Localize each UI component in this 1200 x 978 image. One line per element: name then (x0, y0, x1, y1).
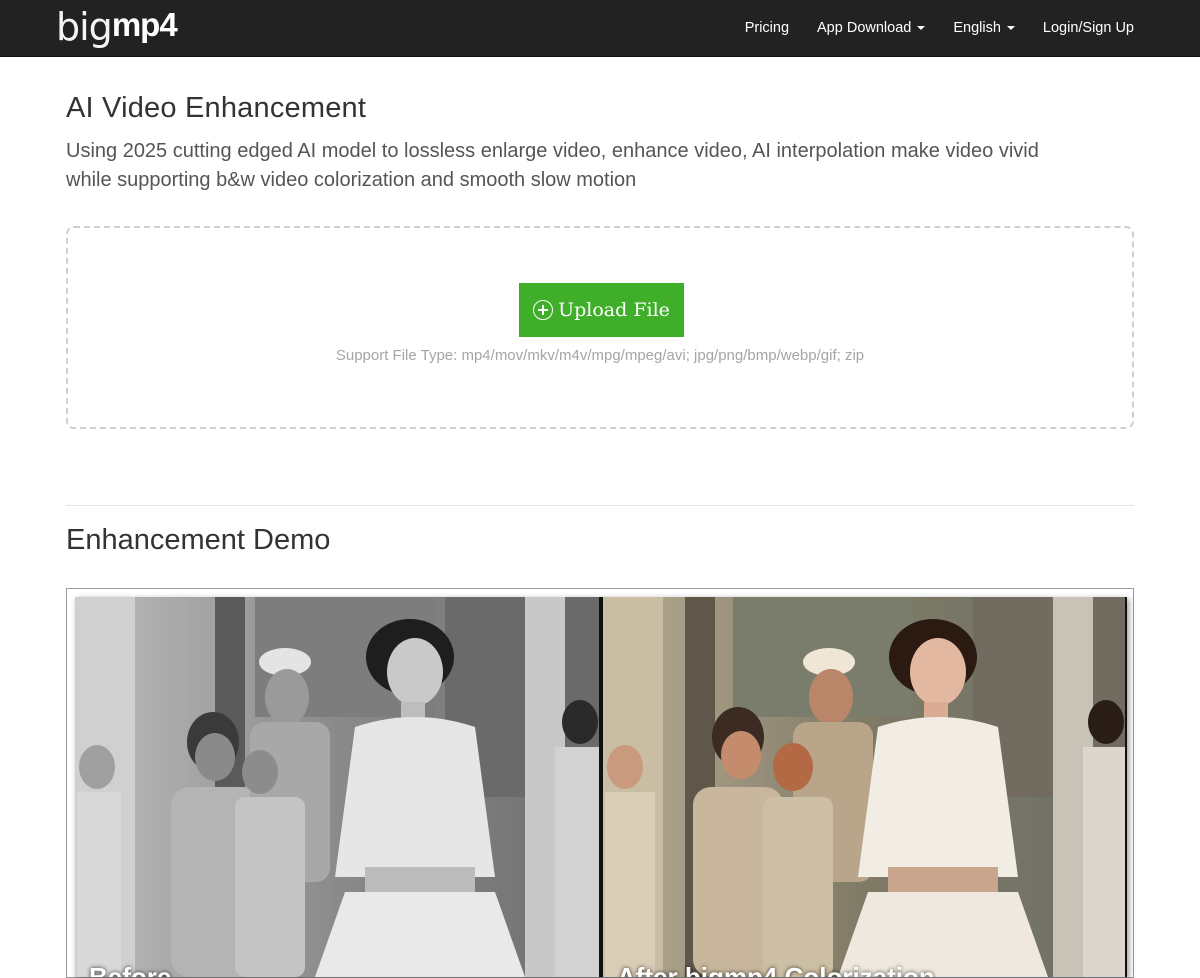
logo-text-light: big (56, 5, 113, 49)
nav-language-dropdown[interactable]: English (939, 20, 1029, 36)
upload-button-label: Upload File (558, 299, 670, 321)
nav-app-download-dropdown[interactable]: App Download (803, 20, 939, 36)
top-navbar: big mp4 Pricing App Download English Log… (0, 0, 1200, 57)
nav-login-label: Login/Sign Up (1042, 20, 1134, 36)
demo-video-frame[interactable]: Before After bigmp4 Colorization (66, 588, 1134, 978)
nav-pricing-link[interactable]: Pricing (731, 20, 803, 36)
after-label: After bigmp4 Colorization (617, 962, 935, 977)
caret-down-icon (917, 26, 926, 30)
before-label: Before (89, 962, 172, 977)
nav-menu: Pricing App Download English Login/Sign … (731, 0, 1148, 56)
supported-file-types: Support File Type: mp4/mov/mkv/m4v/mpg/m… (335, 347, 865, 364)
after-scene-image (603, 597, 1125, 977)
caret-down-icon (1006, 26, 1015, 30)
section-divider (66, 505, 1134, 506)
upload-file-button[interactable]: Upload File (519, 283, 684, 337)
nav-pricing-label: Pricing (744, 20, 790, 36)
page-subtitle: Using 2025 cutting edged AI model to los… (66, 140, 1039, 191)
nav-app-download-label: App Download (817, 20, 912, 36)
demo-after-panel: After bigmp4 Colorization (603, 597, 1125, 977)
demo-before-panel: Before (75, 597, 599, 977)
bigmp4-logo[interactable]: big mp4 (56, 2, 178, 52)
upload-dropzone[interactable]: Upload File Support File Type: mp4/mov/m… (66, 226, 1134, 429)
nav-login-signup-link[interactable]: Login/Sign Up (1029, 20, 1148, 36)
nav-language-label: English (953, 20, 1001, 36)
demo-comparison-video[interactable]: Before After bigmp4 Colorization (75, 597, 1127, 977)
page-title: AI Video Enhancement (66, 92, 367, 124)
plus-circle-icon (533, 300, 554, 320)
before-scene-image (75, 597, 599, 977)
logo-text-bold: mp4 (111, 6, 178, 43)
demo-section-title: Enhancement Demo (66, 524, 331, 556)
